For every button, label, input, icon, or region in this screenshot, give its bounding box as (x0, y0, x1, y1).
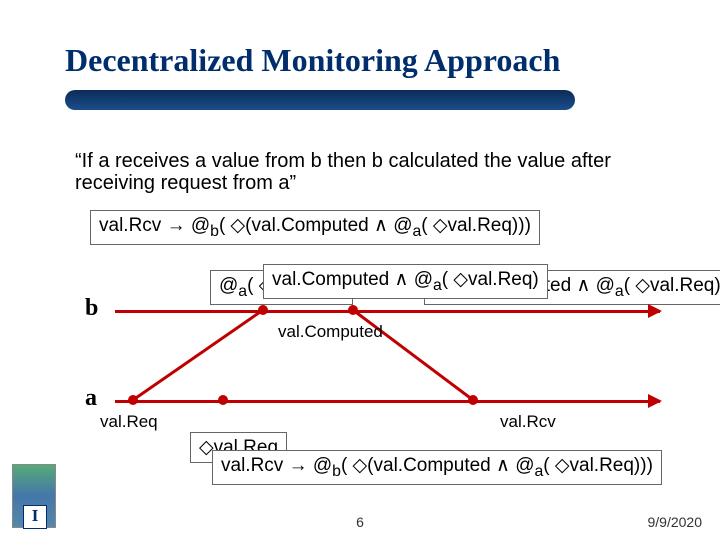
node-b2 (348, 305, 358, 315)
sub: a (615, 283, 624, 300)
sub: b (332, 463, 341, 480)
formula-top: val.Rcv → @b( ◇(val.Computed ∧ @a( ◇val.… (90, 210, 540, 245)
node-b1 (258, 305, 268, 315)
sub: a (534, 463, 543, 480)
txt: ( ◇val.Req) (442, 269, 539, 290)
txt: ( ◇(val.Computed ∧ @ (219, 215, 413, 236)
sub: a (412, 223, 421, 240)
lbl-valrcv: val.Rcv (500, 412, 556, 432)
sub: a (433, 277, 442, 294)
slide-date: 9/9/2020 (648, 514, 703, 530)
node-a3 (468, 395, 478, 405)
axis-a-label: a (85, 385, 97, 412)
sub: b (210, 223, 219, 240)
sub: a (238, 283, 247, 300)
node-a1 (128, 395, 138, 405)
slide-title: Decentralized Monitoring Approach (65, 42, 560, 79)
txt: val.Rcv → @ (99, 215, 210, 236)
institution-logo (12, 464, 56, 528)
formula-mid-center: val.Computed ∧ @a( ◇val.Req) (263, 264, 548, 299)
title-bar (65, 90, 575, 110)
txt: @ (219, 275, 238, 296)
description: “If a receives a value from b then b cal… (75, 150, 655, 194)
txt: val.Computed ∧ @ (272, 269, 433, 290)
timeline-b (115, 310, 660, 313)
txt: ( ◇val.Req))) (421, 215, 531, 236)
timeline-a (115, 400, 660, 403)
axis-b-label: b (85, 295, 98, 322)
arrow-icon (648, 304, 662, 318)
formula-bottom-full: val.Rcv → @b( ◇(val.Computed ∧ @a( ◇val.… (212, 450, 662, 485)
txt: ( ◇val.Req)) (624, 275, 720, 296)
arrow-icon (648, 394, 662, 408)
page-number: 6 (356, 514, 364, 530)
lbl-valcomputed: val.Computed (278, 322, 383, 342)
txt: ( ◇val.Req))) (543, 455, 653, 476)
lbl-valreq: val.Req (100, 412, 158, 432)
node-a2 (218, 395, 228, 405)
txt: val.Rcv → @ (221, 455, 332, 476)
txt: ( ◇(val.Computed ∧ @ (341, 455, 535, 476)
